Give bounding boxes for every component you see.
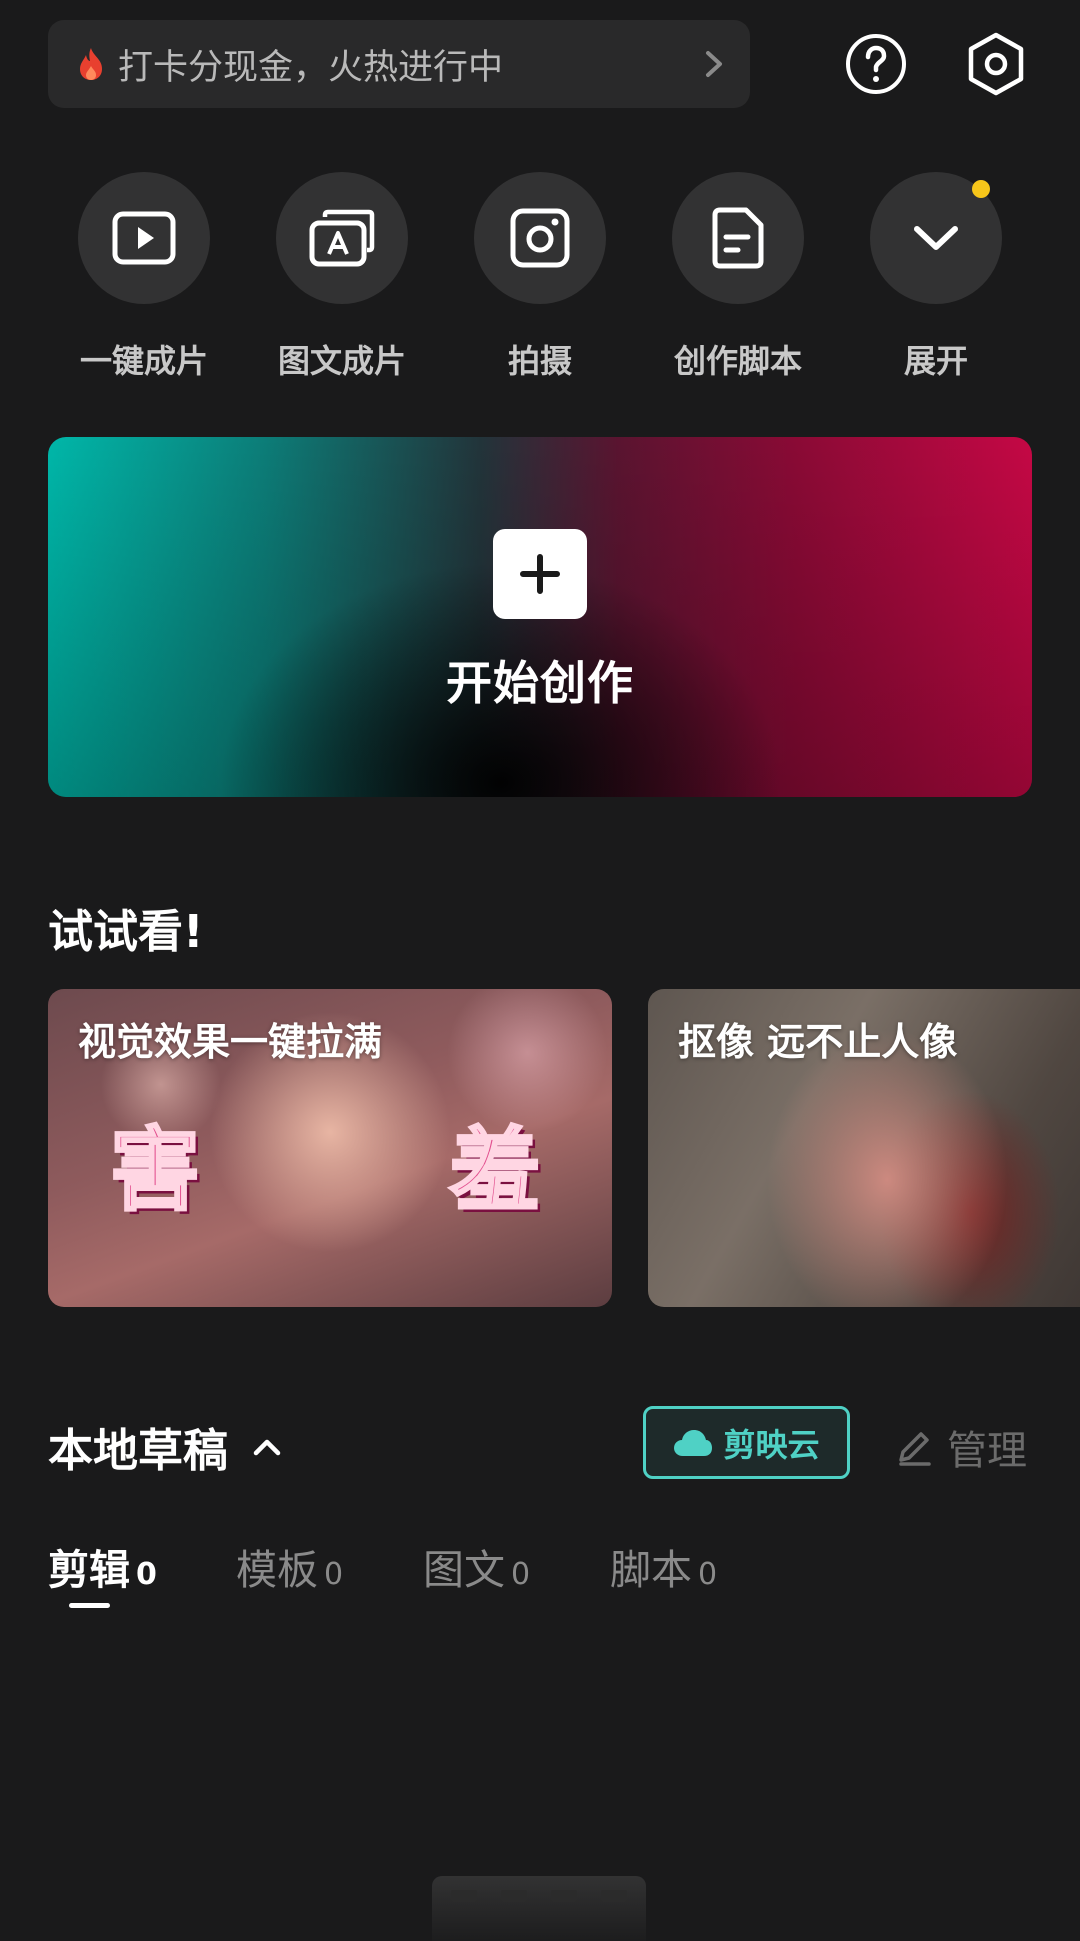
manage-button[interactable]: 管理 [895,1418,1027,1476]
tab-count: 0 [698,1557,718,1592]
quick-action-label: 创作脚本 [673,342,802,380]
quick-action-shoot[interactable]: 拍摄 [460,172,620,382]
start-creating-banner[interactable]: 开始创作 [48,437,1032,797]
promo-banner[interactable]: 打卡分现金，火热进行中 [48,20,750,108]
help-icon [846,34,906,94]
tab-edit[interactable]: 剪辑 0 [48,1536,157,1596]
tab-template[interactable]: 模板 0 [236,1536,343,1596]
local-drafts-title: 本地草稿 [48,1424,229,1477]
tab-count: 0 [324,1557,344,1592]
try-card-cutout[interactable]: 抠像 远不止人像 [648,989,1080,1307]
quick-action-label: 拍摄 [507,342,572,380]
tab-label: 模板 [236,1546,318,1594]
chevron-right-icon [706,51,722,77]
add-button[interactable] [493,529,587,619]
tab-count: 0 [511,1557,531,1592]
try-card-title: 抠像 远不止人像 [678,1020,958,1064]
start-creating-label: 开始创作 [446,656,634,710]
image-text-icon [309,209,375,267]
bottom-sheet-peek [432,1876,646,1941]
tab-label: 脚本 [610,1546,692,1594]
quick-action-label: 展开 [903,342,968,380]
quick-action-label: 图文成片 [277,342,406,380]
notification-dot [972,180,990,198]
pencil-icon [899,1432,931,1466]
sticker-text: 羞 [449,1117,542,1225]
tab-count: 0 [136,1557,157,1592]
try-card-title: 视觉效果一键拉满 [78,1020,383,1064]
tab-label: 图文 [423,1546,505,1594]
promo-text: 打卡分现金，火热进行中 [118,47,504,88]
cloud-button[interactable]: 剪映云 [643,1406,850,1479]
cloud-label: 剪映云 [723,1425,820,1464]
manage-label: 管理 [947,1428,1027,1474]
script-doc-icon [712,207,764,269]
settings-button[interactable] [962,30,1030,98]
sticker-text: 害 [109,1117,202,1225]
quick-action-label: 一键成片 [79,342,208,380]
play-icon [112,211,176,265]
plus-icon [520,554,560,594]
active-tab-indicator [69,1603,110,1608]
help-button[interactable] [842,30,910,98]
chevron-down-icon [914,226,958,250]
quick-action-expand[interactable]: 展开 [856,172,1016,382]
local-drafts-header[interactable]: 本地草稿 [48,1414,282,1479]
quick-action-image-text[interactable]: 图文成片 [262,172,422,382]
try-card-effects[interactable]: 视觉效果一键拉满 害 羞 [48,989,612,1307]
chevron-up-icon [253,1439,281,1455]
tab-script[interactable]: 脚本 0 [610,1536,717,1596]
tab-image-text[interactable]: 图文 0 [423,1536,530,1596]
tab-label: 剪辑 [48,1546,130,1594]
settings-hexagon-icon [968,32,1024,96]
quick-action-script[interactable]: 创作脚本 [658,172,818,382]
cloud-icon [674,1429,713,1456]
flame-icon [80,48,102,80]
try-section-title: 试试看! [48,905,204,958]
camera-icon [510,208,570,268]
quick-action-one-click[interactable]: 一键成片 [64,172,224,382]
